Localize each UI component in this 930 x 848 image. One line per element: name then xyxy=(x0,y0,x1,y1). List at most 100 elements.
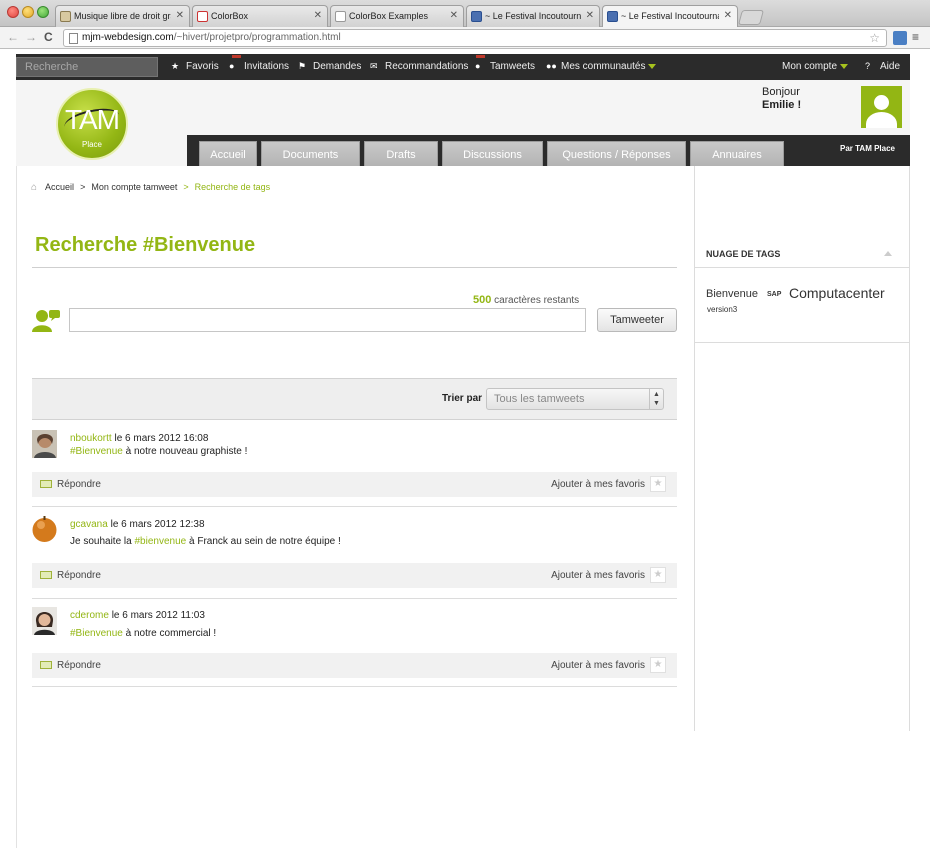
cloud-tag[interactable]: version3 xyxy=(707,305,737,314)
brand-label: Par TAM Place xyxy=(840,144,895,153)
zoom-window-button[interactable] xyxy=(37,6,49,18)
nav-mes-communautes[interactable]: ●● Mes communautés xyxy=(546,61,657,72)
post-item: cderome le 6 mars 2012 11:03 #Bienvenue … xyxy=(32,607,677,687)
notification-badge xyxy=(476,55,485,58)
cloud-tag[interactable]: SAP xyxy=(767,291,781,298)
nav-demandes[interactable]: ⚑ Demandes xyxy=(298,61,361,72)
browser-tab[interactable]: ColorBox ✕ xyxy=(192,5,328,27)
address-bar: ← → C mjm-webdesign.com/~hivert/projetpr… xyxy=(0,27,930,49)
hashtag-link[interactable]: #Bienvenue xyxy=(70,628,123,639)
compose-user-icon xyxy=(32,308,62,332)
tag-cloud-divider xyxy=(695,267,909,268)
post-message: #Bienvenue à notre commercial ! xyxy=(70,628,217,639)
breadcrumb-current: Recherche de tags xyxy=(194,182,271,192)
post-meta: cderome le 6 mars 2012 11:03 xyxy=(70,610,205,621)
post-author[interactable]: cderome xyxy=(70,610,109,621)
post-meta: gcavana le 6 mars 2012 12:38 xyxy=(70,519,205,530)
browser-tab[interactable]: Musique libre de droit gratu ✕ xyxy=(55,5,190,27)
minimize-window-button[interactable] xyxy=(22,6,34,18)
forward-arrow-icon[interactable]: → xyxy=(25,30,37,44)
festival-icon xyxy=(607,11,618,22)
breadcrumb-separator: > xyxy=(183,182,189,192)
collapse-caret-icon[interactable] xyxy=(884,251,892,256)
nav-recommandations[interactable]: ✉ Recommandations xyxy=(370,61,468,72)
favorite-star-icon[interactable]: ★ xyxy=(650,476,666,492)
bookmark-star-icon[interactable]: ☆ xyxy=(869,31,880,45)
tab-documents[interactable]: Documents xyxy=(261,141,360,166)
tam-place-logo[interactable]: TAM Place xyxy=(56,88,128,160)
page-icon xyxy=(69,33,78,44)
user-greeting: Bonjour Emilie ! xyxy=(762,86,802,111)
tab-questions-reponses[interactable]: Questions / Réponses xyxy=(547,141,686,166)
reply-button[interactable]: Répondre xyxy=(40,660,101,671)
add-favorite-link[interactable]: Ajouter à mes favoris xyxy=(551,570,645,581)
tamweet-input[interactable] xyxy=(69,308,586,332)
sort-label: Trier par xyxy=(442,393,483,404)
reload-icon[interactable]: C xyxy=(44,30,53,44)
close-tab-icon[interactable]: ✕ xyxy=(176,10,184,21)
post-divider xyxy=(32,598,677,599)
favorite-star-icon[interactable]: ★ xyxy=(650,567,666,583)
new-tab-button[interactable] xyxy=(737,10,765,25)
back-arrow-icon[interactable]: ← xyxy=(7,30,19,44)
page-icon xyxy=(335,11,346,22)
close-tab-icon[interactable]: ✕ xyxy=(450,10,458,21)
tab-accueil[interactable]: Accueil xyxy=(199,141,257,166)
close-tab-icon[interactable]: ✕ xyxy=(586,10,594,21)
cloud-tag[interactable]: Computacenter xyxy=(789,285,885,301)
post-actions: Répondre Ajouter à mes favoris ★ xyxy=(32,653,677,678)
add-favorite-link[interactable]: Ajouter à mes favoris xyxy=(551,479,645,490)
breadcrumb-item[interactable]: Mon compte tamweet xyxy=(91,182,177,192)
chevron-down-icon xyxy=(840,63,849,69)
close-window-button[interactable] xyxy=(7,6,19,18)
post-actions: Répondre Ajouter à mes favoris ★ xyxy=(32,472,677,497)
menu-icon[interactable]: ≡ xyxy=(912,30,919,44)
close-tab-icon[interactable]: ✕ xyxy=(724,10,732,21)
add-favorite-link[interactable]: Ajouter à mes favoris xyxy=(551,660,645,671)
tab-discussions[interactable]: Discussions xyxy=(442,141,543,166)
account-menu[interactable]: Mon compte xyxy=(782,61,849,72)
browser-tab[interactable]: ~ Le Festival Incoutournable ✕ xyxy=(466,5,600,27)
url-input[interactable]: mjm-webdesign.com/~hivert/projetpro/prog… xyxy=(63,29,887,47)
browser-tab-strip: Musique libre de droit gratu ✕ ColorBox … xyxy=(0,0,930,27)
nav-invitations[interactable]: ● Invitations xyxy=(229,55,289,72)
help-link[interactable]: ? Aide xyxy=(865,61,900,72)
music-icon xyxy=(60,11,71,22)
title-divider xyxy=(32,267,677,268)
tag-cloud-bottom-divider xyxy=(695,342,909,343)
breadcrumb: ⌂ Accueil > Mon compte tamweet > Recherche de… xyxy=(31,182,270,193)
tamweeter-button[interactable]: Tamweeter xyxy=(597,308,677,332)
reply-button[interactable]: Répondre xyxy=(40,479,101,490)
sort-select[interactable]: Tous les tamweets ▲ ▼ xyxy=(486,388,664,410)
breadcrumb-home[interactable]: Accueil xyxy=(45,182,74,192)
cloud-tag[interactable]: Bienvenue xyxy=(706,288,758,300)
avatar xyxy=(32,430,57,458)
post-actions: Répondre Ajouter à mes favoris ★ xyxy=(32,563,677,588)
hashtag-link[interactable]: #bienvenue xyxy=(135,536,187,547)
mail-icon: ✉ xyxy=(370,61,378,71)
browser-tab[interactable]: ColorBox Examples ✕ xyxy=(330,5,464,27)
browser-tab-active[interactable]: ~ Le Festival Incoutournable ✕ xyxy=(602,5,738,27)
extension-icon[interactable] xyxy=(893,31,907,45)
star-icon: ★ xyxy=(171,61,180,71)
festival-icon xyxy=(471,11,482,22)
hashtag-link[interactable]: #Bienvenue xyxy=(70,446,123,457)
avatar xyxy=(32,516,57,544)
post-divider xyxy=(32,686,677,687)
tab-drafts[interactable]: Drafts xyxy=(364,141,438,166)
group-icon: ●● xyxy=(546,61,557,71)
reply-button[interactable]: Répondre xyxy=(40,570,101,581)
nav-tamweets[interactable]: ● Tamweets xyxy=(475,55,535,72)
post-author[interactable]: nboukortt xyxy=(70,433,112,444)
page-left-border xyxy=(16,166,17,848)
avatar-shoulders xyxy=(866,112,897,128)
favorite-star-icon[interactable]: ★ xyxy=(650,657,666,673)
post-author[interactable]: gcavana xyxy=(70,519,108,530)
post-meta: nboukortt le 6 mars 2012 16:08 xyxy=(70,433,209,444)
avatar[interactable] xyxy=(861,86,902,128)
nav-favoris[interactable]: ★ Favoris xyxy=(171,61,219,72)
search-input[interactable]: Recherche xyxy=(16,57,158,77)
post-divider xyxy=(32,506,677,507)
tab-annuaires[interactable]: Annuaires xyxy=(690,141,784,166)
close-tab-icon[interactable]: ✕ xyxy=(314,10,322,21)
